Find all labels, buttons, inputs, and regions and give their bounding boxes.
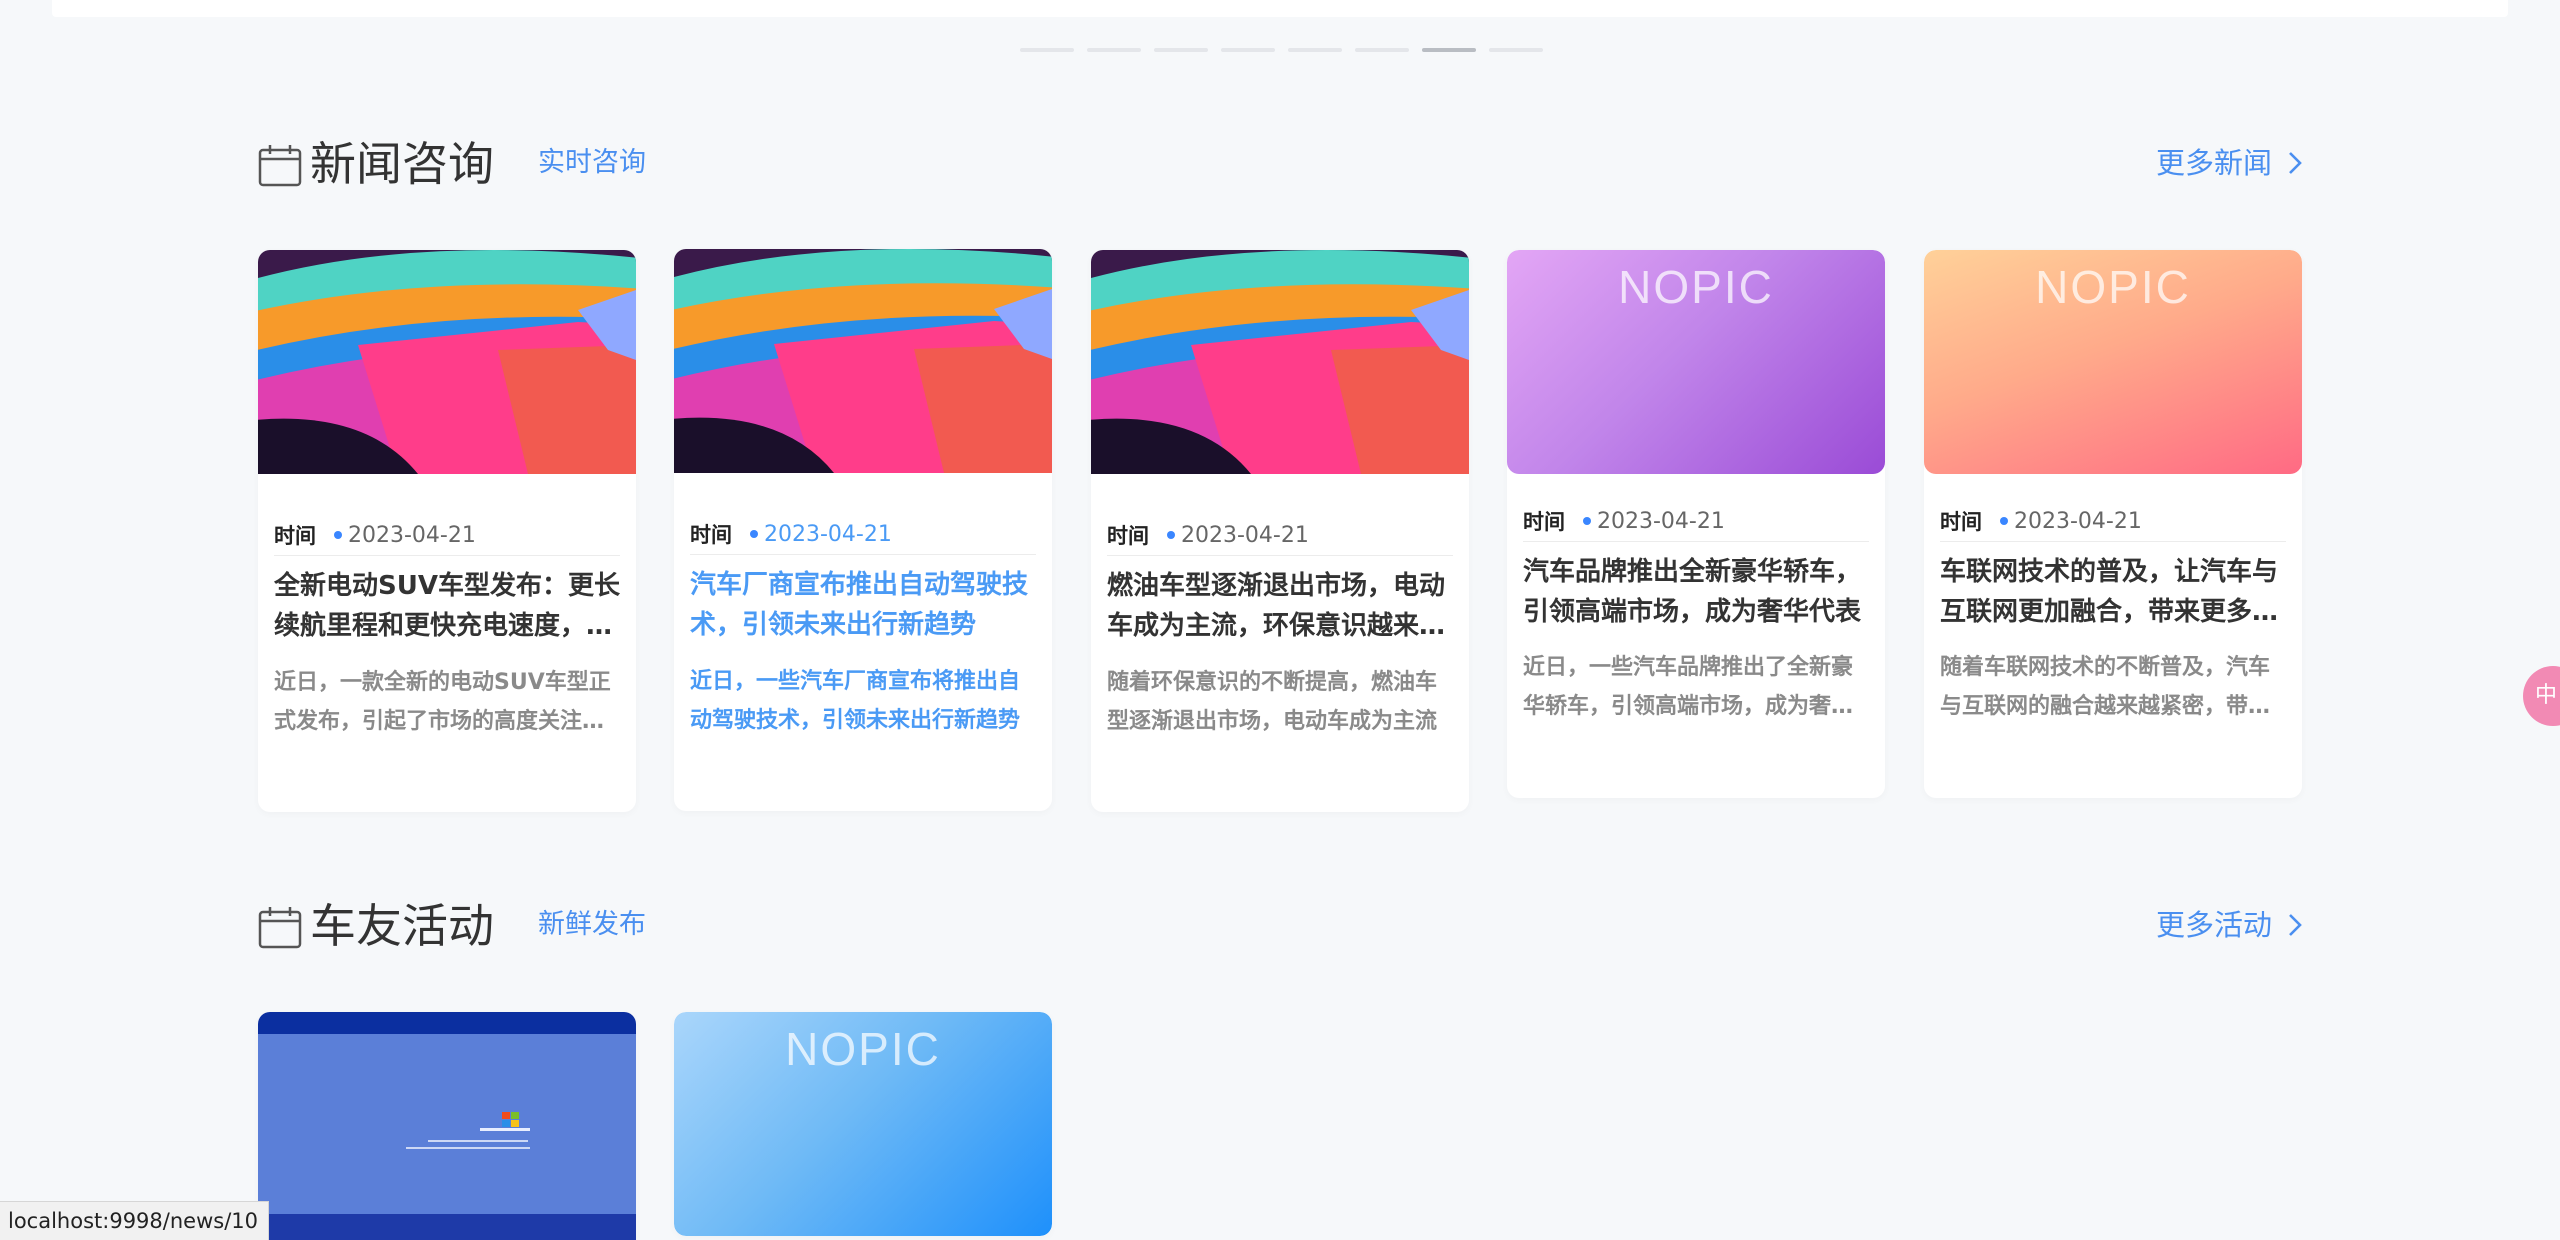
time-label: 时间 xyxy=(1940,510,1982,534)
dot-icon xyxy=(334,531,342,539)
news-headline[interactable]: 燃油车型逐渐退出市场，电动车成为主流，环保意识越来越强 xyxy=(1107,566,1453,646)
calendar-icon xyxy=(258,907,302,949)
news-summary: 近日，一些汽车品牌推出了全新豪华轿车，引领高端市场，成为奢华代表 xyxy=(1523,655,1854,719)
activity-thumbnail xyxy=(258,1012,636,1240)
news-date: 2023-04-21 xyxy=(764,521,892,547)
news-meta: 时间 2023-04-21 xyxy=(1523,501,1869,542)
more-news-label: 更多新闻 xyxy=(2155,146,2272,180)
news-summary: 近日，一款全新的电动SUV车型正式发布，引起了市场的高度关注和热议 xyxy=(274,670,611,734)
carousel-dot-active[interactable] xyxy=(1422,48,1476,52)
news-summary: 近日，一些汽车厂商宣布将推出自动驾驶技术，引领未来出行新趋势 xyxy=(690,669,1021,733)
time-label: 时间 xyxy=(1107,524,1149,548)
carousel-dot[interactable] xyxy=(1355,48,1409,52)
carousel-dot[interactable] xyxy=(1020,48,1074,52)
news-date: 2023-04-21 xyxy=(348,522,476,548)
nopic-placeholder: NOPIC xyxy=(785,1023,941,1075)
news-card[interactable]: NOPIC 时间 2023-04-21 车联网技术的普及，让汽车与互联网更加融合… xyxy=(1924,250,2302,798)
news-card[interactable]: 时间 2023-04-21 汽车厂商宣布推出自动驾驶技术，引领未来出行新趋势 近… xyxy=(674,249,1052,811)
news-date: 2023-04-21 xyxy=(1597,508,1725,534)
language-toggle-button[interactable]: 中 xyxy=(2523,666,2560,726)
carousel-dot[interactable] xyxy=(1489,48,1543,52)
activity-section-subtitle-link[interactable]: 新鲜发布 xyxy=(538,908,646,942)
news-date: 2023-04-21 xyxy=(2014,508,2142,534)
chevron-right-icon xyxy=(2289,152,2302,174)
carousel-dot[interactable] xyxy=(1221,48,1275,52)
news-section-header: 新闻咨询 实时咨询 更多新闻 xyxy=(258,132,2304,192)
news-thumbnail xyxy=(258,250,636,474)
carousel-dot[interactable] xyxy=(1288,48,1342,52)
more-news-link[interactable]: 更多新闻 xyxy=(2156,146,2304,180)
calendar-icon xyxy=(258,145,302,187)
activity-section-header: 车友活动 新鲜发布 更多活动 xyxy=(258,894,2304,954)
news-card[interactable]: NOPIC 时间 2023-04-21 汽车品牌推出全新豪华轿车，引领高端市场，… xyxy=(1507,250,1885,798)
news-meta: 时间 2023-04-21 xyxy=(690,514,1036,555)
chevron-right-icon xyxy=(2289,914,2302,936)
news-section-title: 新闻咨询 xyxy=(310,137,494,191)
time-label: 时间 xyxy=(274,524,316,548)
carousel-dot[interactable] xyxy=(1154,48,1208,52)
news-thumbnail xyxy=(1091,250,1469,474)
news-meta: 时间 2023-04-21 xyxy=(1107,515,1453,556)
news-headline[interactable]: 汽车厂商宣布推出自动驾驶技术，引领未来出行新趋势 xyxy=(690,565,1036,645)
nopic-placeholder: NOPIC xyxy=(2035,261,2191,313)
browser-status-url: localhost:9998/news/10 xyxy=(0,1201,270,1240)
activity-section-title: 车友活动 xyxy=(310,899,494,953)
news-summary: 随着环保意识的不断提高，燃油车型逐渐退出市场，电动车成为主流 xyxy=(1107,670,1438,734)
more-activities-label: 更多活动 xyxy=(2155,908,2272,942)
news-thumbnail: NOPIC xyxy=(1507,250,1885,474)
activity-card[interactable] xyxy=(258,1012,636,1240)
activity-thumbnail: NOPIC xyxy=(674,1012,1052,1236)
news-headline[interactable]: 汽车品牌推出全新豪华轿车，引领高端市场，成为奢华代表 xyxy=(1523,552,1869,632)
news-thumbnail xyxy=(674,249,1052,473)
dot-icon xyxy=(1583,517,1591,525)
news-meta: 时间 2023-04-21 xyxy=(1940,501,2286,542)
news-card[interactable]: 时间 2023-04-21 全新电动SUV车型发布：更长续航里程和更快充电速度，… xyxy=(258,250,636,812)
news-summary: 随着车联网技术的不断普及，汽车与互联网的融合越来越紧密，带来更多便利 xyxy=(1940,655,2271,719)
news-meta: 时间 2023-04-21 xyxy=(274,515,620,556)
carousel-dot[interactable] xyxy=(1087,48,1141,52)
news-date: 2023-04-21 xyxy=(1181,522,1309,548)
nopic-placeholder: NOPIC xyxy=(1618,261,1774,313)
news-headline[interactable]: 全新电动SUV车型发布：更长续航里程和更快充电速度，引领新能源汽车发展 xyxy=(274,566,620,646)
more-activities-link[interactable]: 更多活动 xyxy=(2156,908,2304,942)
news-card[interactable]: 时间 2023-04-21 燃油车型逐渐退出市场，电动车成为主流，环保意识越来越… xyxy=(1091,250,1469,812)
dot-icon xyxy=(1167,531,1175,539)
time-label: 时间 xyxy=(690,523,732,547)
time-label: 时间 xyxy=(1523,510,1565,534)
news-section-subtitle-link[interactable]: 实时咨询 xyxy=(538,146,646,180)
carousel-bottom-edge xyxy=(52,0,2508,17)
news-headline[interactable]: 车联网技术的普及，让汽车与互联网更加融合，带来更多便利 xyxy=(1940,552,2286,632)
dot-icon xyxy=(2000,517,2008,525)
dot-icon xyxy=(750,530,758,538)
activity-card[interactable]: NOPIC xyxy=(674,1012,1052,1236)
news-thumbnail: NOPIC xyxy=(1924,250,2302,474)
